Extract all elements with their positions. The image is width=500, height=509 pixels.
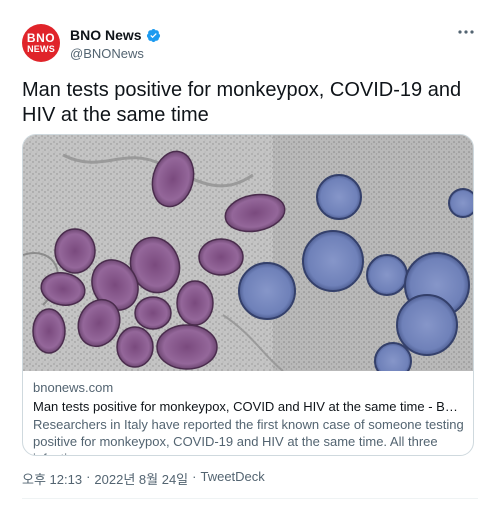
avatar-logo-line1: BNO <box>26 31 56 45</box>
tweet-text: Man tests positive for monkeypox, COVID-… <box>22 79 462 126</box>
tweet-meta: 오후 12:13 · 2022년 8월 24일 · TweetDeck <box>22 469 265 488</box>
avatar-logo-line2: NEWS <box>27 44 55 54</box>
verified-badge-icon <box>146 28 160 42</box>
card-title: Man tests positive for monkeypox, COVID … <box>33 399 465 414</box>
card-image[interactable] <box>23 135 473 371</box>
tweet-date[interactable]: 2022년 8월 24일 <box>94 469 188 488</box>
micrograph-image <box>23 135 473 371</box>
divider <box>22 498 478 499</box>
card-meta: bnonews.com Man tests positive for monke… <box>33 379 465 455</box>
user-handle[interactable]: @BNONews <box>70 46 161 61</box>
more-options-icon[interactable] <box>456 26 476 38</box>
meta-separator: · <box>192 469 197 484</box>
avatar[interactable]: BNO NEWS <box>22 24 60 62</box>
display-name[interactable]: BNO News <box>70 27 142 43</box>
link-card[interactable]: bnonews.com Man tests positive for monke… <box>22 134 474 456</box>
tweet-header: BNO NEWS BNO News @BNONews <box>22 24 478 72</box>
meta-separator: · <box>86 469 91 484</box>
user-names: BNO News @BNONews <box>70 27 161 61</box>
tweet-time[interactable]: 오후 12:13 <box>22 469 82 488</box>
display-name-row: BNO News <box>70 27 161 43</box>
tweet-source[interactable]: TweetDeck <box>200 469 264 488</box>
card-description: Researchers in Italy have reported the f… <box>33 417 464 455</box>
tweet[interactable]: BNO NEWS BNO News @BNONews Man tests pos… <box>0 0 500 509</box>
card-domain: bnonews.com <box>33 380 114 395</box>
